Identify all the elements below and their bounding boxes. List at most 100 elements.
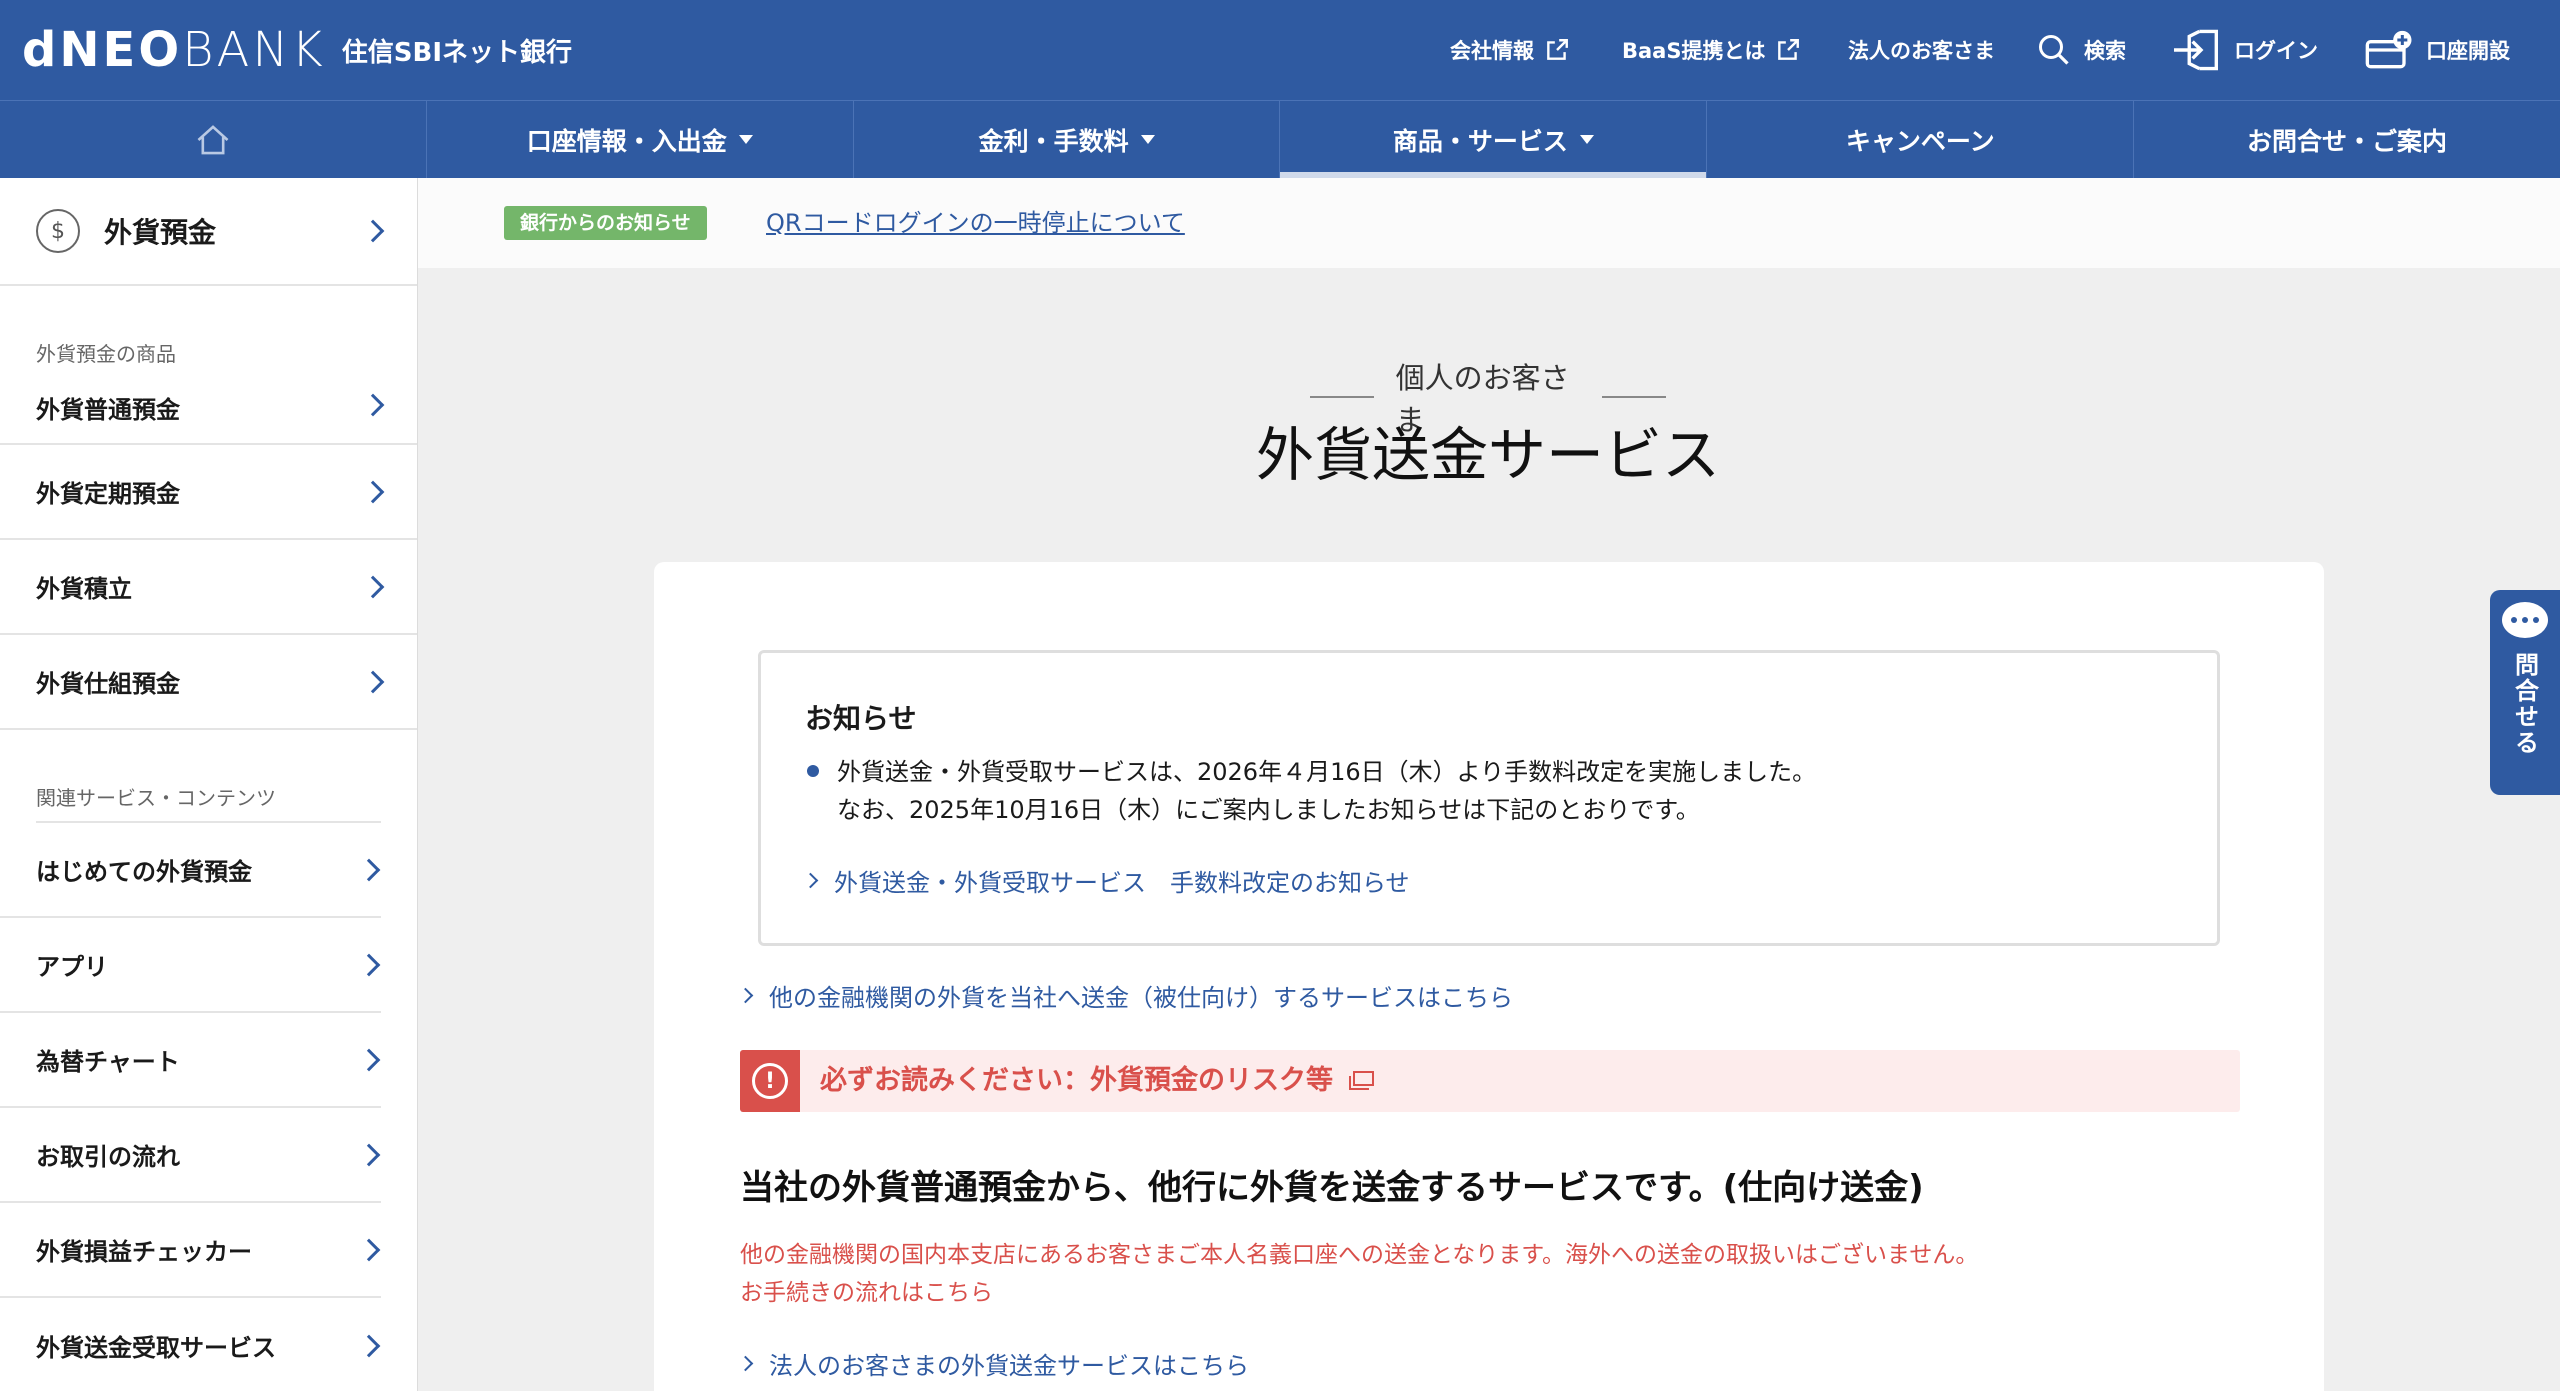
section-heading: 当社の外貨普通預金から、他行に外貨を送金するサービスです。(仕向け送金) [740, 1168, 1924, 1208]
util-label: ログイン [2234, 39, 2318, 63]
util-label: 検索 [2084, 39, 2126, 63]
sidebar-item-label: 外貨普通預金 [36, 395, 180, 424]
sidebar-caption-related: 関連サービス・コンテンツ [36, 786, 276, 810]
sidebar-item-app[interactable]: アプリ [0, 918, 381, 1013]
util-company-info-link[interactable]: 会社情報 [1450, 28, 1570, 72]
nav-home[interactable] [0, 101, 427, 178]
procedure-flow-link[interactable]: お手続きの流れはこちら [740, 1274, 993, 1312]
sidebar-item-beginner[interactable]: はじめての外貨預金 [0, 823, 381, 918]
inbound-remittance-link[interactable]: 他の金融機関の外貨を当社へ送金（被仕向け）するサービスはこちら [737, 978, 1513, 1013]
sidebar: $ 外貨預金 外貨預金の商品 外貨普通預金 外貨定期預金 外貨積立 外貨仕組預金… [0, 178, 418, 1391]
logo-subtitle: 住信SBIネット銀行 [341, 38, 572, 68]
sidebar-item-remittance[interactable]: 外貨送金受取サービス [0, 1298, 381, 1391]
chevron-right-icon [357, 858, 381, 881]
link-label: 他の金融機関の外貨を当社へ送金（被仕向け）するサービスはこちら [769, 984, 1513, 1012]
logo-wordmark: dNEOBANK [22, 22, 326, 78]
chevron-right-icon [361, 480, 385, 503]
risk-label: 必ずお読みください：外貨預金のリスク等 [820, 1065, 1333, 1096]
nav-rates-fees[interactable]: 金利・手数料 [854, 101, 1281, 178]
new-window-icon [1349, 1071, 1374, 1090]
corporate-remittance-link[interactable]: 法人のお客さまの外貨送金サービスはこちら [737, 1346, 1249, 1381]
nav-products-services[interactable]: 商品・サービス [1280, 101, 1708, 178]
chevron-right-icon [357, 1048, 381, 1071]
login-icon [2174, 29, 2218, 71]
nav-label: キャンペーン [1845, 126, 1995, 156]
home-icon [197, 124, 229, 154]
sidebar-item-time-deposit[interactable]: 外貨定期預金 [0, 445, 417, 540]
notice-domestic-only: 他の金融機関の国内本支店にあるお客さまご本人名義口座への送金となります。海外への… [740, 1242, 1979, 1268]
risk-warning-text: 必ずお読みください：外貨預金のリスク等 [820, 1050, 1375, 1112]
util-corporate-link[interactable]: 法人のお客さま [1848, 28, 1995, 72]
link-label: 外貨送金・外貨受取サービス 手数料改定のお知らせ [834, 869, 1410, 897]
nav-account-info[interactable]: 口座情報・入出金 [427, 101, 854, 178]
search-icon [2039, 35, 2069, 65]
dollar-coin-icon: $ [36, 209, 80, 253]
chevron-right-icon [361, 575, 385, 598]
sidebar-caption-products: 外貨預金の商品 [36, 342, 176, 366]
util-login-button[interactable]: ログイン [2170, 28, 2318, 72]
util-label: 口座開設 [2426, 39, 2510, 63]
sidebar-head-label: 外貨預金 [104, 216, 217, 249]
page-title: 外貨送金サービス [1255, 421, 1720, 489]
nav-campaign[interactable]: キャンペーン [1707, 101, 2135, 178]
risk-warning-banner[interactable]: ! 必ずお読みください：外貨預金のリスク等 [740, 1050, 2240, 1112]
nav-label: 口座情報・入出金 [526, 126, 727, 156]
sidebar-item-label: 外貨損益チェッカー [36, 1238, 252, 1266]
link-label: 法人のお客さまの外貨送金サービスはこちら [769, 1352, 1249, 1380]
sidebar-item-trade-flow[interactable]: お取引の流れ [0, 1108, 381, 1203]
nav-contact[interactable]: お問合せ・ご案内 [2134, 101, 2560, 178]
chevron-right-icon [357, 1238, 381, 1261]
nav-label: お問合せ・ご案内 [2247, 126, 2448, 156]
sidebar-item-label: お取引の流れ [36, 1143, 180, 1171]
sidebar-item-ordinary-deposit[interactable]: 外貨普通預金 [0, 367, 417, 445]
util-label: BaaS提携とは [1622, 39, 1766, 63]
util-search-button[interactable]: 検索 [2036, 28, 2126, 72]
notice-line-1: 外貨送金・外貨受取サービスは、2026年４月16日（木）より手数料改定を実施しま… [837, 758, 1817, 786]
caret-down-icon [1579, 135, 1594, 144]
util-label: 法人のお客さま [1848, 39, 1995, 63]
sidebar-item-savings-plan[interactable]: 外貨積立 [0, 540, 417, 635]
sidebar-item-label: 外貨定期預金 [36, 480, 180, 508]
content-card: お知らせ 外貨送金・外貨受取サービスは、2026年４月16日（木）より手数料改定… [654, 562, 2324, 1391]
sidebar-head-foreign-deposit[interactable]: $ 外貨預金 [0, 178, 417, 286]
bullet-icon [807, 765, 819, 777]
caret-down-icon [1140, 135, 1155, 144]
fee-revision-link[interactable]: 外貨送金・外貨受取サービス 手数料改定のお知らせ [802, 863, 1410, 898]
sidebar-item-label: 為替チャート [36, 1048, 180, 1076]
qr-login-notice-link[interactable]: QRコードログインの一時停止について [766, 206, 1185, 240]
notice-line-2: なお、2025年10月16日（木）にご案内しましたお知らせは下記のとおりです。 [837, 796, 1700, 824]
sidebar-item-label: アプリ [36, 953, 108, 981]
chevron-right-icon [737, 987, 754, 1004]
chat-label: 問合せる [2510, 652, 2539, 756]
chevron-right-icon [737, 1355, 754, 1372]
chevron-right-icon [361, 393, 385, 417]
notice-box: お知らせ 外貨送金・外貨受取サービスは、2026年４月16日（木）より手数料改定… [758, 650, 2220, 946]
sidebar-item-structured-deposit[interactable]: 外貨仕組預金 [0, 635, 417, 730]
top-header: dNEOBANK 住信SBIネット銀行 会社情報 BaaS提携とは 法人のお客さ… [0, 0, 2560, 100]
external-link-icon [1547, 39, 1568, 60]
sidebar-item-label: はじめての外貨預金 [36, 858, 252, 886]
main-navigation: 口座情報・入出金 金利・手数料 商品・サービス キャンペーン お問合せ・ご案内 [0, 100, 2560, 178]
contact-chat-tab[interactable]: 問合せる [2490, 590, 2560, 795]
card-plus-icon [2365, 30, 2412, 69]
chevron-right-icon [361, 670, 385, 693]
bank-notice-strip: 銀行からのお知らせ QRコードログインの一時停止について [418, 178, 2560, 268]
util-baas-link[interactable]: BaaS提携とは [1622, 28, 1801, 72]
chat-bubble-icon [2502, 602, 2548, 638]
sidebar-item-label: 外貨送金受取サービス [36, 1334, 276, 1362]
chevron-right-icon [357, 1143, 381, 1166]
nav-label: 商品・サービス [1392, 126, 1568, 156]
sidebar-item-label: 外貨積立 [36, 575, 132, 603]
notice-tag: 銀行からのお知らせ [504, 206, 707, 240]
sidebar-item-fx-chart[interactable]: 為替チャート [0, 1013, 381, 1108]
util-label: 会社情報 [1450, 39, 1534, 63]
chevron-right-icon [357, 953, 381, 976]
bank-logo[interactable]: dNEOBANK 住信SBIネット銀行 [22, 18, 572, 78]
chevron-right-icon [361, 219, 385, 243]
util-open-account-button[interactable]: 口座開設 [2364, 28, 2510, 72]
sidebar-item-pl-checker[interactable]: 外貨損益チェッカー [0, 1203, 381, 1298]
alert-icon: ! [740, 1050, 800, 1112]
sidebar-item-label: 外貨仕組預金 [36, 670, 180, 698]
chevron-right-icon [357, 1334, 381, 1357]
notice-heading: お知らせ [805, 702, 917, 735]
